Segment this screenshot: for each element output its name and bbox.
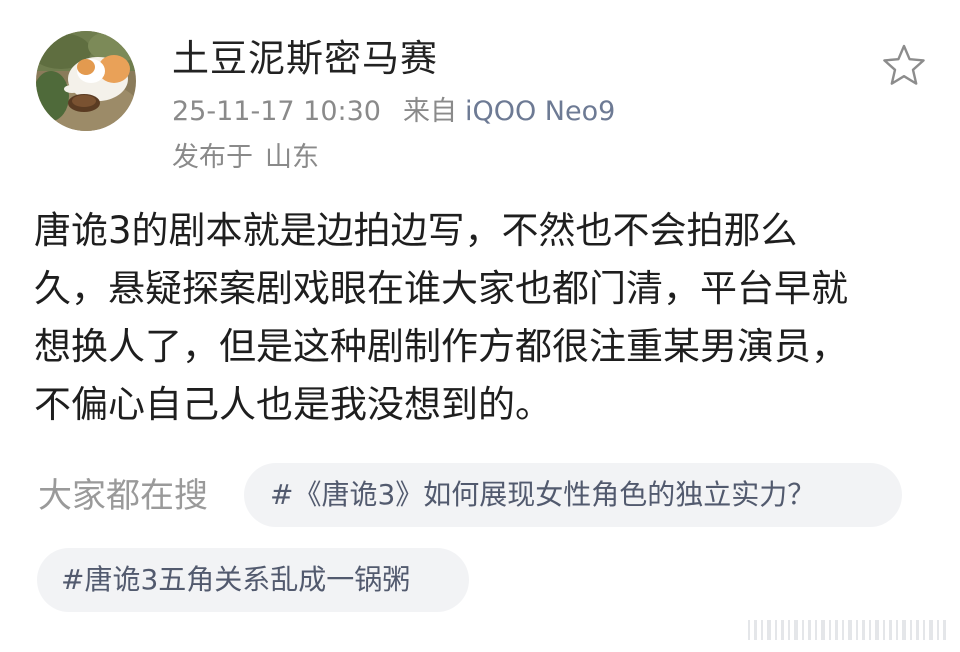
post-content: 唐诡3的剧本就是边拍边写，不然也不会拍那么 久，悬疑探案剧戏眼在谁大家也都门清，…	[34, 202, 922, 434]
location-place: 山东	[265, 142, 319, 173]
post-meta: 25-11-17 10:30 来自 iQOO Neo9	[172, 95, 615, 129]
post-content-line: 不偏心自己人也是我没想到的。	[34, 383, 552, 426]
post-content-line: 久，悬疑探案剧戏眼在谁大家也都门清，平台早就	[34, 267, 848, 310]
watermark-stripes	[748, 616, 952, 644]
post-source-label: 来自	[402, 96, 457, 127]
weibo-post-card: 土豆泥斯密马赛 25-11-17 10:30 来自 iQOO Neo9 发布于 山东 …	[0, 0, 960, 652]
post-location: 发布于 山东	[172, 141, 319, 175]
cat-photo-avatar-icon	[36, 31, 136, 131]
post-content-line: 想换人了，但是这种剧制作方都很注重某男演员，	[34, 325, 848, 368]
trending-search-label: 大家都在搜	[38, 476, 208, 516]
post-timestamp: 25-11-17 10:30	[172, 96, 381, 127]
trending-topic-chip[interactable]: #唐诡3五角关系乱成一锅粥	[37, 548, 469, 612]
trending-topic-chip[interactable]: #《唐诡3》如何展现女性角色的独立实力？	[244, 463, 902, 527]
post-content-line: 唐诡3的剧本就是边拍边写，不然也不会拍那么	[34, 209, 798, 252]
star-outline-icon[interactable]	[880, 42, 928, 90]
post-device[interactable]: iQOO Neo9	[465, 95, 615, 129]
author-name[interactable]: 土豆泥斯密马赛	[172, 36, 438, 82]
location-label: 发布于	[172, 142, 253, 173]
author-avatar[interactable]	[36, 31, 136, 131]
